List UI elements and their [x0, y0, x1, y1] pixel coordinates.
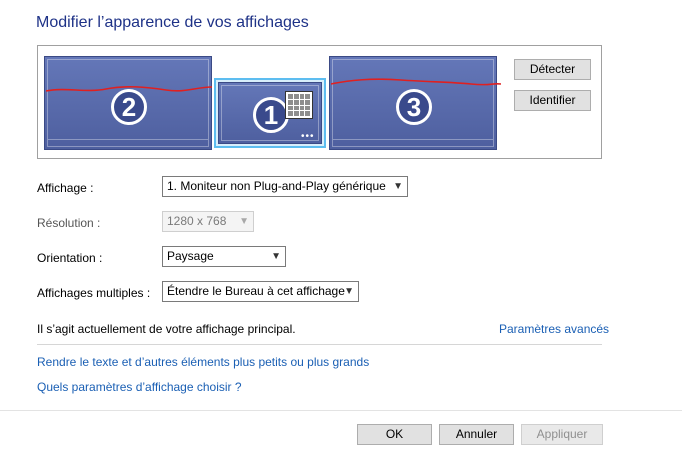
cancel-button[interactable]: Annuler	[439, 424, 514, 445]
primary-display-status: Il s’agit actuellement de votre affichag…	[37, 322, 296, 336]
resolution-select-value: 1280 x 768	[167, 214, 227, 228]
monitor-3[interactable]: 3	[329, 56, 497, 150]
page-title: Modifier l’apparence de vos affichages	[36, 14, 309, 31]
chevron-down-icon: ▼	[239, 216, 249, 227]
detect-button[interactable]: Détecter	[514, 59, 591, 80]
display-select-value: 1. Moniteur non Plug-and-Play générique	[167, 179, 386, 193]
monitor-1-selection-frame[interactable]: 1 •••	[214, 78, 326, 148]
monitor-menu-dots-icon[interactable]: •••	[301, 131, 315, 142]
multiple-displays-label: Affichages multiples :	[37, 286, 151, 300]
advanced-settings-link[interactable]: Paramètres avancés	[499, 322, 609, 336]
settings-divider	[37, 344, 602, 345]
red-annotation-line-right	[331, 78, 501, 86]
resolution-label: Résolution :	[37, 216, 101, 230]
orientation-select[interactable]: Paysage ▼	[162, 246, 286, 267]
monitor-3-number-badge: 3	[396, 89, 432, 125]
monitor-2-taskbar-line	[48, 139, 208, 140]
orientation-label: Orientation :	[37, 251, 103, 265]
chevron-down-icon: ▼	[271, 251, 281, 262]
apply-button: Appliquer	[521, 424, 603, 445]
monitor-2[interactable]: 2	[44, 56, 212, 150]
chevron-down-icon: ▼	[393, 181, 403, 192]
ok-button[interactable]: OK	[357, 424, 432, 445]
monitor-1[interactable]: 1 •••	[218, 82, 322, 144]
monitor-1-number-badge: 1	[253, 97, 289, 133]
display-select[interactable]: 1. Moniteur non Plug-and-Play générique …	[162, 176, 408, 197]
identify-button[interactable]: Identifier	[514, 90, 591, 111]
which-settings-link[interactable]: Quels paramètres d’affichage choisir ?	[37, 380, 242, 394]
chevron-down-icon: ▼	[344, 286, 354, 297]
display-label: Affichage :	[37, 181, 94, 195]
multiple-displays-select-value: Étendre le Bureau à cet affichage	[167, 284, 345, 298]
footer-divider	[0, 410, 682, 411]
monitor-3-taskbar-line	[333, 139, 493, 140]
primary-display-icon	[285, 91, 313, 119]
multiple-displays-select[interactable]: Étendre le Bureau à cet affichage ▼	[162, 281, 359, 302]
resolution-select: 1280 x 768 ▼	[162, 211, 254, 232]
text-size-link[interactable]: Rendre le texte et d’autres éléments plu…	[37, 355, 369, 369]
orientation-select-value: Paysage	[167, 249, 214, 263]
red-annotation-line-left	[46, 85, 212, 92]
